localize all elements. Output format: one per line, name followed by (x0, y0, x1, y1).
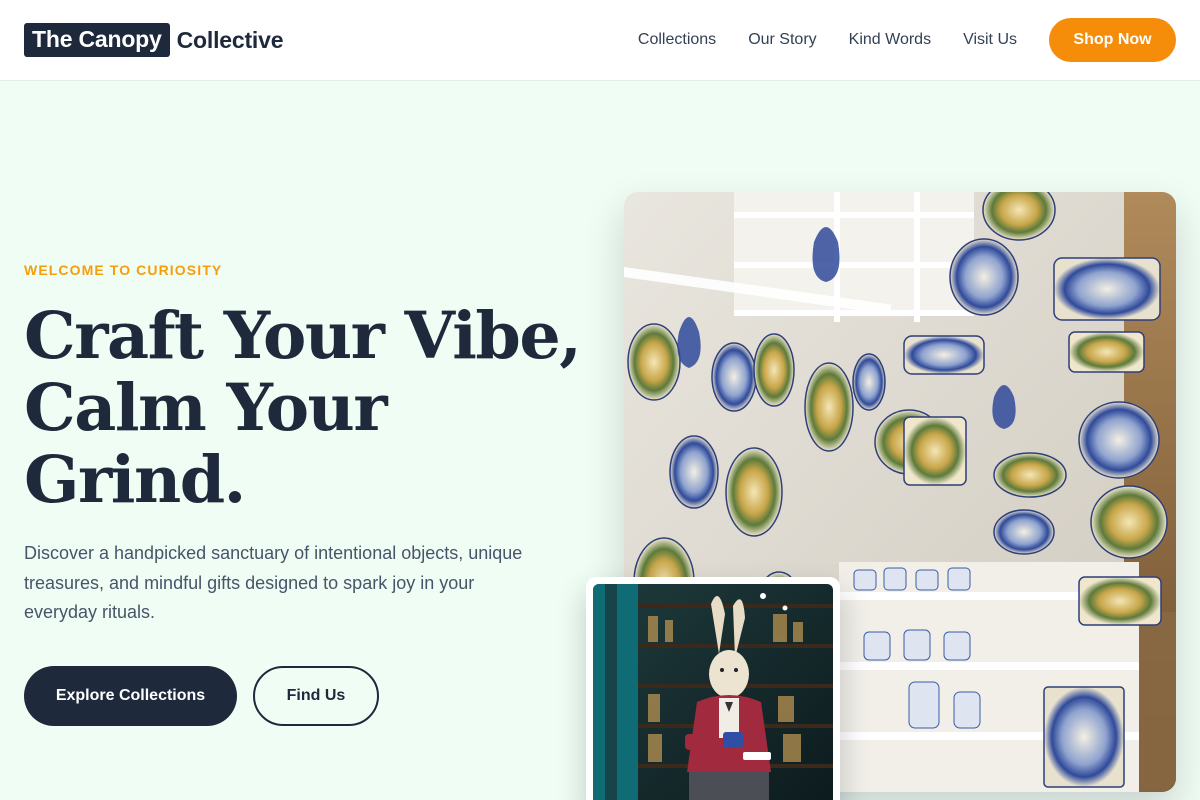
headline-line-3: Grind. (24, 442, 246, 518)
nav-link-kind-words[interactable]: Kind Words (849, 31, 931, 49)
rabbit-figure-shop-photo (593, 584, 833, 800)
logo-box: The Canopy (24, 23, 170, 57)
nav-link-visit-us[interactable]: Visit Us (963, 31, 1017, 49)
hero-description: Discover a handpicked sanctuary of inten… (24, 543, 523, 622)
logo-text: Collective (176, 26, 284, 53)
logo[interactable]: The Canopy Collective (24, 23, 283, 57)
nav-link-collections[interactable]: Collections (638, 31, 716, 49)
nav-link-our-story[interactable]: Our Story (748, 31, 816, 49)
hero-headline: Craft Your Vibe, Calm Your Grind. (24, 300, 584, 516)
main-nav: Collections Our Story Kind Words Visit U… (638, 18, 1176, 62)
find-us-button[interactable]: Find Us (253, 666, 379, 726)
headline-line-1: Craft Your Vibe, (24, 298, 582, 374)
inset-photo-frame (586, 577, 840, 800)
site-header: The Canopy Collective Collections Our St… (0, 0, 1200, 81)
explore-collections-button[interactable]: Explore Collections (24, 666, 237, 726)
hero-eyebrow: WELCOME TO CURIOSITY (24, 262, 223, 278)
shop-now-button[interactable]: Shop Now (1049, 18, 1176, 62)
headline-line-2: Calm Your (24, 370, 388, 446)
